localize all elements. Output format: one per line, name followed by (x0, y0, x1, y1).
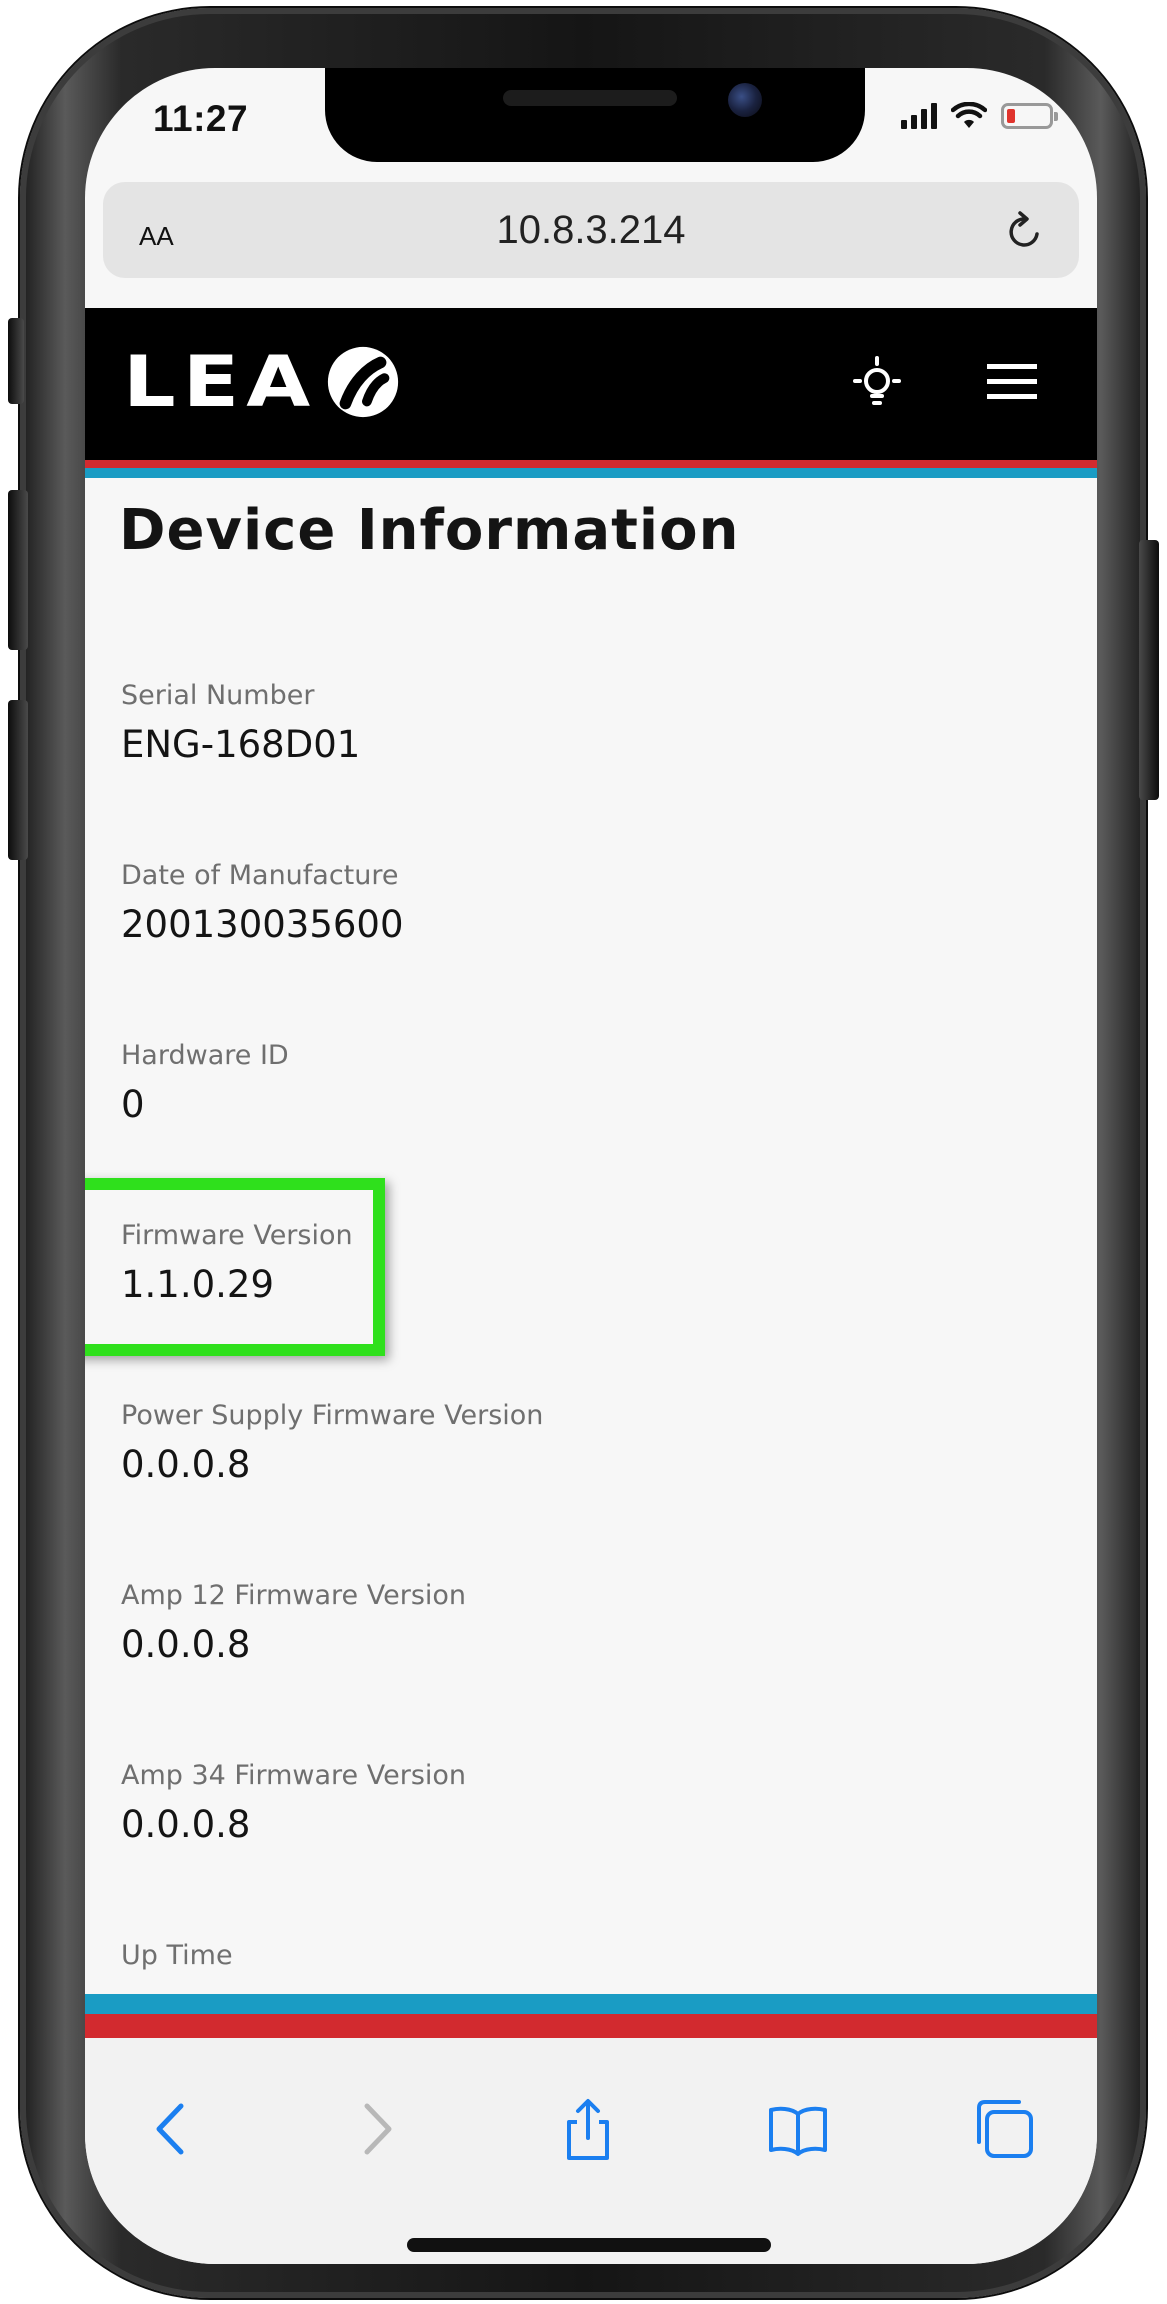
share-icon[interactable] (555, 2096, 621, 2162)
earpiece-speaker (503, 90, 677, 106)
field-hardware-id: Hardware ID 0 (121, 1040, 289, 1126)
browser-toolbar (85, 2038, 1097, 2264)
field-amp-34-firmware-version: Amp 34 Firmware Version 0.0.0.8 (121, 1760, 466, 1846)
field-amp-12-firmware-version: Amp 12 Firmware Version 0.0.0.8 (121, 1580, 466, 1666)
field-value: 0.0.0.8 (121, 1803, 251, 1846)
silent-switch (8, 318, 24, 404)
lea-logo-mark-icon (327, 346, 398, 418)
site-header: LEA (85, 308, 1097, 460)
volume-up-button (8, 490, 28, 650)
footer-stripe-red (85, 2014, 1097, 2038)
home-indicator[interactable] (407, 2238, 771, 2252)
screenshot-stage: 11:27 AA 10.8.3.214 LEA Device Informati… (0, 0, 1167, 2304)
forward-icon[interactable] (343, 2096, 409, 2162)
field-date-of-manufacture: Date of Manufacture 200130035600 (121, 860, 404, 946)
footer-stripe-blue (85, 1994, 1097, 2014)
field-label: Hardware ID (121, 1040, 289, 1071)
menu-icon[interactable] (985, 360, 1039, 404)
status-time: 11:27 (153, 98, 249, 139)
header-stripe-red (85, 460, 1097, 468)
page-title: Device Information (119, 498, 740, 563)
field-value: 0 (121, 1083, 145, 1126)
reload-icon[interactable] (1001, 208, 1049, 256)
field-label: Amp 12 Firmware Version (121, 1580, 467, 1611)
firmware-highlight-box (85, 1178, 385, 1356)
bookmarks-icon[interactable] (765, 2096, 831, 2162)
notch (325, 68, 865, 162)
field-power-supply-firmware-version: Power Supply Firmware Version 0.0.0.8 (121, 1400, 543, 1486)
cellular-signal-icon (901, 103, 937, 129)
battery-icon (1001, 103, 1058, 129)
phone-screen: 11:27 AA 10.8.3.214 LEA Device Informati… (85, 68, 1097, 2264)
url-text[interactable]: 10.8.3.214 (103, 208, 1079, 253)
field-value: ENG-168D01 (121, 723, 361, 766)
volume-down-button (8, 700, 28, 860)
field-label: Serial Number (121, 680, 315, 711)
wifi-icon (951, 102, 987, 128)
power-button (1139, 540, 1159, 800)
lea-logo[interactable]: LEA (123, 341, 402, 423)
field-up-time: Up Time (121, 1940, 233, 1971)
tabs-icon[interactable] (971, 2096, 1037, 2162)
status-icons (901, 102, 1058, 130)
field-serial-number: Serial Number ENG-168D01 (121, 680, 360, 766)
field-value: 0.0.0.8 (121, 1623, 251, 1666)
field-value: 200130035600 (121, 903, 404, 946)
header-stripe-blue (85, 468, 1097, 478)
field-label: Power Supply Firmware Version (121, 1400, 544, 1431)
field-label: Up Time (121, 1940, 233, 1971)
front-camera (728, 83, 762, 117)
address-bar[interactable]: AA 10.8.3.214 (103, 182, 1079, 278)
back-icon[interactable] (141, 2096, 207, 2162)
bulb-icon[interactable] (845, 352, 909, 416)
field-label: Date of Manufacture (121, 860, 399, 891)
field-value: 0.0.0.8 (121, 1443, 251, 1486)
field-label: Amp 34 Firmware Version (121, 1760, 467, 1791)
logo-wordmark: LEA (123, 341, 318, 423)
